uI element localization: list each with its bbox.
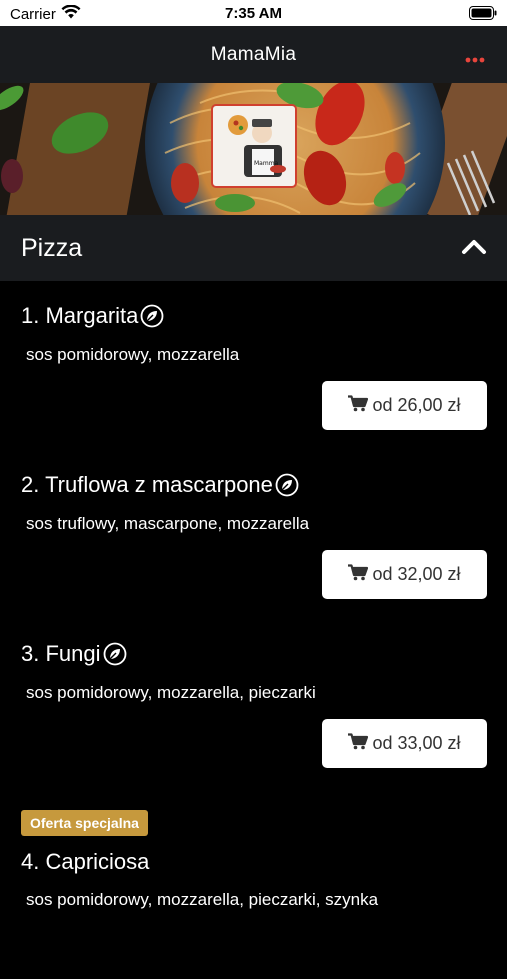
menu-item-name: 2. Truflowa z mascarpone xyxy=(21,472,299,498)
cart-icon xyxy=(348,732,369,755)
menu-item-description: sos pomidorowy, mozzarella, pieczarki xyxy=(26,683,316,702)
price-label: od 26,00 zł xyxy=(372,395,461,415)
cart-icon xyxy=(348,563,369,586)
menu-item-name: 3. Fungi xyxy=(21,641,127,667)
menu-item-title: 4. Capriciosa xyxy=(21,849,150,874)
restaurant-logo-icon: Mamma xyxy=(211,104,297,188)
menu-item-description: sos pomidorowy, mozzarella xyxy=(26,345,240,364)
menu-item-title: 2. Truflowa z mascarpone xyxy=(21,472,273,497)
pasta-banner-image: Mamma xyxy=(0,83,507,215)
navigation-bar: MamaMia xyxy=(0,26,507,83)
section-header-pizza[interactable]: Pizza xyxy=(0,215,507,281)
vegetarian-leaf-icon xyxy=(103,642,127,666)
hero-banner: Mamma xyxy=(0,83,507,215)
menu-item[interactable]: 4. Capriciosa sos pomidorowy, mozzarella… xyxy=(0,819,507,979)
chevron-up-icon[interactable] xyxy=(461,237,487,260)
status-bar: Carrier 7:35 AM xyxy=(0,0,507,26)
status-time: 7:35 AM xyxy=(225,5,282,22)
more-horizontal-icon[interactable] xyxy=(465,50,485,68)
menu-item-name: 4. Capriciosa xyxy=(21,849,149,875)
vegetarian-leaf-icon xyxy=(140,304,164,328)
menu-item[interactable]: 2. Truflowa z mascarpone sos truflowy, m… xyxy=(0,450,507,610)
price-label: od 33,00 zł xyxy=(372,733,461,753)
menu-item-description: sos pomidorowy, mozzarella, pieczarki, s… xyxy=(26,890,379,909)
app-title: MamaMia xyxy=(210,43,297,65)
section-title: Pizza xyxy=(21,233,83,262)
menu-item[interactable]: 1. Margarita sos pomidorowy, mozzarella xyxy=(0,281,507,441)
battery-icon xyxy=(469,6,497,25)
cart-icon xyxy=(348,394,369,417)
menu-item-title: 1. Margarita xyxy=(21,303,139,328)
add-to-cart-button[interactable]: od 26,00 zł xyxy=(322,381,487,430)
vegetarian-leaf-icon xyxy=(275,473,299,497)
menu-item[interactable]: 3. Fungi sos pomidorowy, mozzarella, pie… xyxy=(0,619,507,779)
add-to-cart-button[interactable]: od 32,00 zł xyxy=(322,550,487,599)
price-label: od 32,00 zł xyxy=(372,564,461,584)
add-to-cart-button[interactable]: od 33,00 zł xyxy=(322,719,487,768)
menu-item-title: 3. Fungi xyxy=(21,641,101,666)
menu-item-name: 1. Margarita xyxy=(21,303,164,329)
menu-item-description: sos truflowy, mascarpone, mozzarella xyxy=(26,514,310,533)
